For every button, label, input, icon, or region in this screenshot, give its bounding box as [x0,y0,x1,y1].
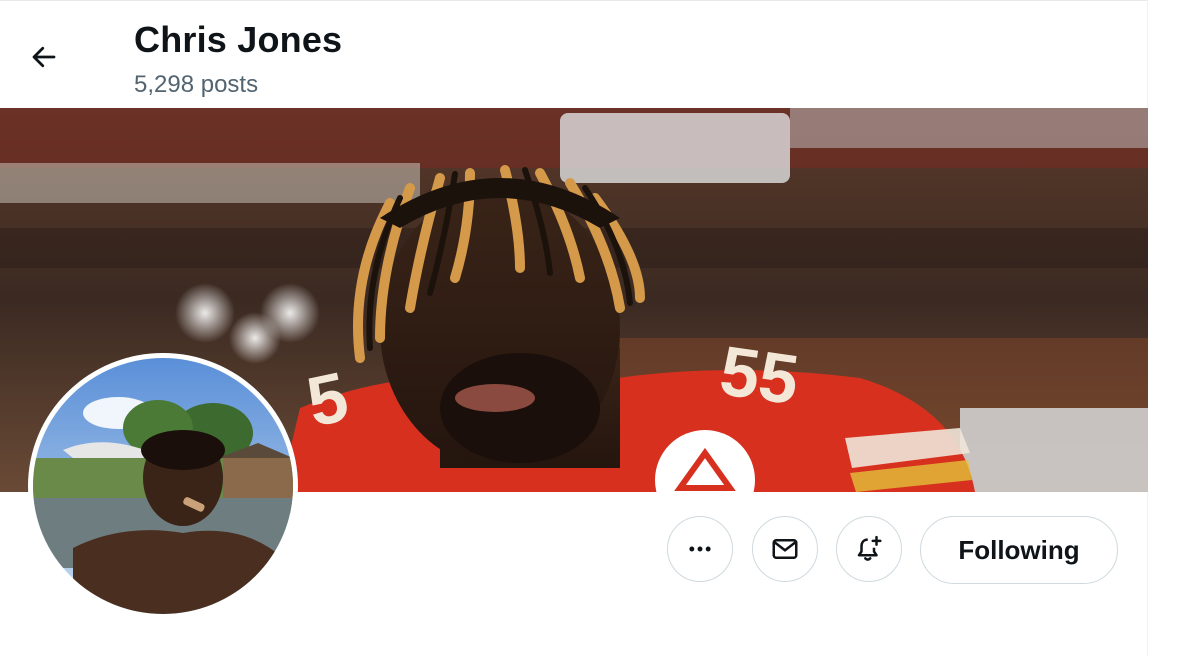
ellipsis-icon [689,546,711,552]
post-count: 5,298 posts [134,71,259,98]
following-button[interactable]: Following [920,516,1118,584]
profile-column: Chris Jones 5,298 posts 5 55 Following [0,0,1148,656]
notifications-button[interactable] [836,516,902,582]
svg-text:55: 55 [715,331,803,419]
message-button[interactable] [752,516,818,582]
arrow-left-icon [32,46,56,68]
profile-actions: Following [0,516,1148,586]
envelope-icon [772,539,798,559]
profile-header: Chris Jones 5,298 posts [0,1,1148,108]
profile-name: Chris Jones [134,19,343,60]
bell-plus-icon [857,535,882,561]
more-button[interactable] [667,516,733,582]
back-button[interactable] [20,35,68,79]
